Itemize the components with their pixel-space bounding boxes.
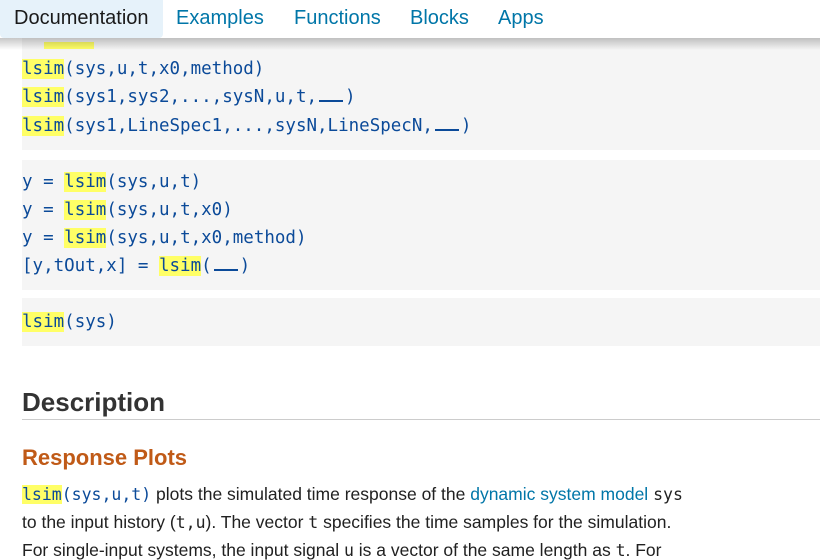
syntax-args: (sys,u,t,x0,method) (106, 228, 307, 248)
function-name[interactable]: lsim (22, 59, 65, 79)
syntax-args: (sys1,LineSpec1,...,sysN,LineSpecN, (64, 116, 433, 136)
syntax-lhs: y = (22, 200, 65, 220)
function-name[interactable]: lsim (64, 172, 107, 192)
dynamic-system-model-link[interactable]: dynamic system model (470, 484, 648, 504)
description-text: specifies the time samples for the simul… (318, 512, 672, 532)
inline-code: t (615, 541, 626, 560)
syntax-args: (sys) (64, 312, 117, 332)
tab-documentation[interactable]: Documentation (0, 0, 163, 38)
function-name[interactable]: lsim (22, 485, 62, 504)
function-name[interactable]: lsim (64, 228, 107, 248)
heading-divider (22, 419, 820, 420)
description-text: For single-input systems, the input sign… (22, 540, 344, 560)
syntax-line: y = lsim(sys,u,t,x0,method) (22, 227, 307, 249)
description-text: . For (625, 540, 662, 560)
placeholder-blank (213, 257, 238, 271)
syntax-args: (sys,u,t,x0) (106, 200, 233, 220)
syntax-block-3 (22, 298, 820, 346)
description-text: is a vector of the same length as (353, 540, 616, 560)
inline-code: u (343, 541, 354, 560)
nav-shadow (0, 38, 820, 50)
subsection-heading: Response Plots (22, 445, 188, 470)
function-name[interactable]: lsim (64, 200, 107, 220)
function-name[interactable]: lsim (22, 116, 65, 136)
description-text: plots the simulated time response of the (151, 484, 471, 504)
syntax-args: ) (460, 116, 472, 136)
tab-blocks[interactable]: Blocks (396, 0, 483, 38)
tab-functions[interactable]: Functions (280, 0, 395, 38)
section-heading: Description (22, 387, 166, 417)
function-name[interactable]: lsim (22, 312, 65, 332)
placeholder-blank (319, 88, 344, 102)
inline-code: t (308, 513, 319, 532)
description-line-1: lsim(sys,u,t) plots the simulated time r… (22, 483, 683, 506)
syntax-line: [y,tOut,x] = lsim() (22, 255, 250, 277)
syntax-line: lsim(sys,u,t,x0,method) (22, 58, 264, 80)
function-name[interactable]: lsim (158, 256, 202, 276)
syntax-line: y = lsim(sys,u,t) (22, 171, 201, 193)
syntax-lhs: y = (22, 228, 65, 248)
description-line-3: For single-input systems, the input sign… (22, 539, 662, 560)
description-text: ). The vector (205, 512, 309, 532)
syntax-args: ( (201, 256, 212, 276)
syntax-args: (sys,u,t,x0,method) (64, 59, 265, 79)
syntax-args: (sys,u,t) (106, 172, 202, 192)
inline-code: sys (653, 485, 683, 504)
syntax-line: y = lsim(sys,u,t,x0) (22, 199, 233, 221)
syntax-args: ) (239, 256, 251, 276)
syntax-args: ) (345, 87, 356, 107)
syntax-line: lsim(sys) (22, 311, 117, 333)
syntax-lhs: y = (22, 172, 65, 192)
inline-code: (sys,u,t) (61, 485, 152, 504)
syntax-args: (sys1,sys2,...,sysN,u,t, (64, 87, 318, 107)
syntax-line: lsim(sys1,sys2,...,sysN,u,t,) (22, 86, 356, 108)
placeholder-blank (434, 117, 459, 131)
description-text: to the input history ( (22, 512, 176, 532)
syntax-lhs: [y,tOut,x] = (22, 256, 159, 276)
inline-code: t,u (175, 513, 206, 532)
description-line-2: to the input history (t,u). The vector t… (22, 511, 671, 534)
syntax-line: lsim(sys1,LineSpec1,...,sysN,LineSpecN,) (22, 115, 471, 137)
top-navigation: Documentation Examples Functions Blocks … (0, 0, 820, 38)
function-name[interactable]: lsim (22, 87, 65, 107)
tab-apps[interactable]: Apps (484, 0, 558, 38)
tab-examples[interactable]: Examples (162, 0, 278, 38)
